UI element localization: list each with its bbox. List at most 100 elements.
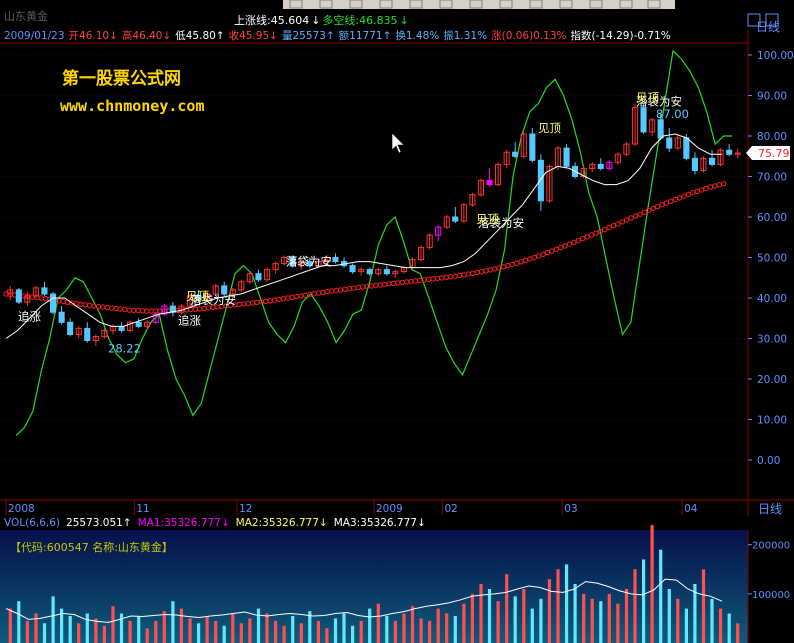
red-ma-dot bbox=[558, 244, 564, 251]
volume-bar bbox=[282, 625, 286, 643]
red-ma-dot bbox=[122, 306, 128, 313]
volume-bar bbox=[410, 606, 415, 643]
volume-bar bbox=[462, 603, 466, 643]
hdr-line2-item-6: 额11771↑ bbox=[339, 29, 392, 42]
volume-bar bbox=[359, 620, 363, 643]
red-ma-dot bbox=[668, 198, 674, 205]
red-ma-dot bbox=[113, 305, 119, 312]
hdr-line1-item-3: ↓ bbox=[400, 14, 409, 27]
red-ma-dot bbox=[236, 301, 243, 308]
save-icon[interactable] bbox=[647, 0, 661, 9]
price-tick-label: 60.00 bbox=[757, 212, 787, 224]
red-ma-dot bbox=[505, 262, 511, 269]
red-ma-dot bbox=[707, 184, 714, 190]
volume-bar bbox=[214, 620, 218, 643]
volume-bar bbox=[479, 584, 483, 643]
toolbar-button[interactable] bbox=[439, 0, 453, 9]
toolbar-button[interactable] bbox=[589, 0, 603, 9]
red-ma-dot bbox=[359, 284, 366, 290]
red-ma-dot bbox=[126, 307, 133, 313]
time-label: 2009 bbox=[376, 503, 403, 515]
candle-body bbox=[118, 325, 125, 331]
volume-bar bbox=[701, 569, 706, 643]
red-ma-dot bbox=[381, 281, 388, 288]
volume-bar bbox=[376, 603, 380, 643]
red-ma-dot bbox=[355, 284, 361, 291]
toolbar-button[interactable] bbox=[409, 0, 423, 9]
toolbar-button[interactable] bbox=[499, 0, 513, 9]
volume-tick-label: 100000 bbox=[752, 590, 790, 601]
volume-bar bbox=[145, 628, 149, 643]
red-ma-dot bbox=[628, 215, 634, 221]
volume-bar bbox=[274, 620, 278, 643]
candle-body bbox=[512, 151, 519, 157]
cursor-icon bbox=[391, 132, 405, 154]
red-ma-dot bbox=[408, 278, 414, 285]
toolbar-button[interactable] bbox=[379, 0, 393, 9]
candle-body bbox=[563, 147, 570, 167]
candle-body bbox=[709, 157, 716, 165]
toolbar-button[interactable] bbox=[469, 0, 483, 9]
red-ma-dot bbox=[483, 268, 489, 274]
volume-axis: 200000 100000 bbox=[748, 541, 790, 601]
price-tick-label: 100.00 bbox=[757, 50, 794, 62]
toolbar-button[interactable] bbox=[619, 0, 633, 9]
gridlines bbox=[0, 54, 748, 461]
stock-code-label: 【代码:600547 名称:山东黄金】 bbox=[10, 540, 173, 554]
red-ma-dot bbox=[399, 279, 405, 286]
candle-body bbox=[58, 311, 65, 323]
volume-bar bbox=[505, 574, 509, 643]
volume-bar bbox=[68, 616, 72, 643]
red-ma-dot bbox=[351, 285, 357, 291]
red-ma-dot bbox=[624, 217, 630, 223]
toolbar-button[interactable] bbox=[349, 0, 363, 9]
volume-bar bbox=[111, 606, 115, 643]
red-ma-dot bbox=[584, 234, 590, 240]
red-ma-dot bbox=[694, 188, 700, 195]
candle-body bbox=[452, 216, 459, 222]
quote-bar: 2009/01/23 开46.10↓ 高46.40↓ 低45.80↑ 收45.95↓ 量2… bbox=[4, 29, 671, 42]
red-ma-dot bbox=[452, 273, 458, 279]
volume-bar bbox=[291, 616, 295, 643]
volume-bar bbox=[642, 559, 646, 643]
candle-body bbox=[486, 180, 493, 186]
volume-bar bbox=[222, 625, 226, 643]
volume-bar bbox=[205, 616, 209, 643]
volume-bar bbox=[616, 603, 620, 643]
red-ma-dot bbox=[104, 304, 111, 311]
volume-bar bbox=[436, 608, 440, 643]
volume-bar bbox=[333, 618, 338, 643]
stock-title-obscured: 山东黄金 bbox=[4, 9, 48, 23]
red-ma-dot bbox=[690, 190, 696, 196]
red-ma-dot bbox=[346, 286, 353, 292]
toolbar-button[interactable] bbox=[559, 0, 573, 9]
current-price-tag: 75.79 bbox=[746, 146, 790, 160]
volume-bar bbox=[385, 616, 389, 643]
red-ma-dot bbox=[698, 187, 705, 193]
volume-bar bbox=[351, 625, 355, 643]
red-ma-dot bbox=[276, 296, 282, 303]
volume-bar bbox=[316, 620, 320, 643]
red-ma-dot bbox=[289, 294, 295, 300]
price-tick-label: 50.00 bbox=[757, 253, 787, 265]
red-ma-dot bbox=[606, 224, 612, 231]
volume-bar bbox=[633, 569, 637, 643]
volume-bar bbox=[171, 601, 175, 643]
volume-bar bbox=[667, 589, 671, 643]
candle-body bbox=[366, 269, 373, 275]
toolbar-button[interactable] bbox=[289, 0, 303, 9]
red-ma-dot bbox=[417, 277, 423, 284]
red-ma-dot bbox=[144, 308, 150, 314]
red-ma-dot bbox=[302, 292, 309, 298]
red-ma-dot bbox=[245, 300, 251, 307]
toolbar-button[interactable] bbox=[319, 0, 333, 9]
vol-header-item-1: 25573.051↑ bbox=[66, 517, 132, 529]
annotation-1: 28.22 bbox=[108, 342, 141, 356]
volume-bar bbox=[342, 613, 346, 643]
price-tick-label: 20.00 bbox=[757, 374, 787, 386]
annotation-4: 见顶 bbox=[186, 289, 209, 303]
price-tick-label: 90.00 bbox=[757, 91, 787, 103]
toolbar-button[interactable] bbox=[529, 0, 543, 9]
volume-bar bbox=[659, 549, 663, 643]
red-ma-dot bbox=[333, 287, 339, 294]
